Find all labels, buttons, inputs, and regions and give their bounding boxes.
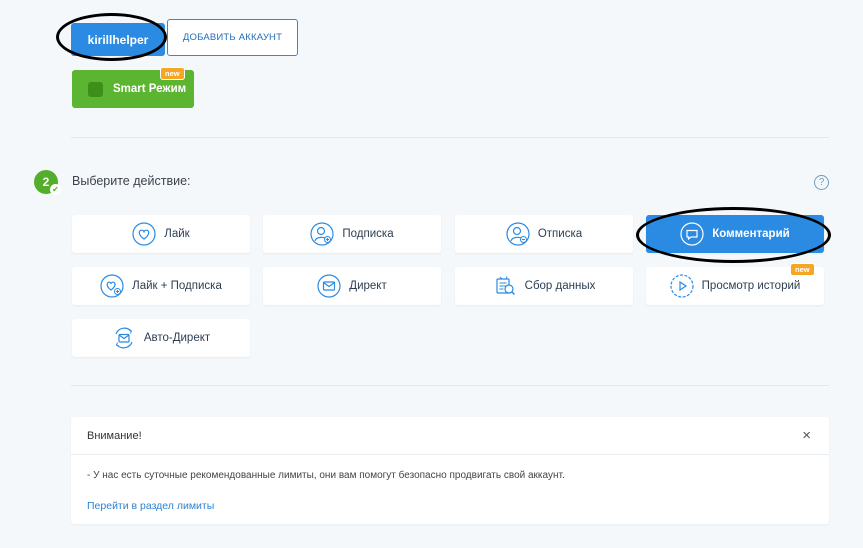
close-icon[interactable]: × [802,427,811,444]
action-data-collect[interactable]: Сбор данных [455,267,633,305]
action-label: Отписка [537,228,583,240]
step-title: Выберите действие: [72,174,191,188]
divider [71,137,829,138]
action-label: Авто-Директ [143,332,211,344]
new-badge: new [160,67,185,80]
mail-icon [317,274,341,298]
notice-title: Внимание! [87,430,142,442]
auto-mail-icon [115,327,133,349]
action-follow[interactable]: Подписка [263,215,441,253]
user-minus-icon [506,222,530,246]
notice-header: Внимание! × [71,417,829,455]
smart-mode-label: Smart Режим [113,83,187,95]
new-badge: new [790,263,815,276]
action-like-follow[interactable]: Лайк + Подписка [72,267,250,305]
checkbox-icon [88,81,103,97]
play-icon [670,274,694,298]
notice-panel: Внимание! × - У нас есть суточные рекоме… [71,417,829,524]
account-button[interactable]: kirillhelper [71,23,165,56]
action-label: Просмотр историй [701,280,801,292]
comment-icon [680,222,704,246]
action-unfollow[interactable]: Отписка [455,215,633,253]
heart-user-icon [100,274,124,298]
heart-icon [132,222,156,246]
check-icon: ✔ [50,184,61,195]
action-comment[interactable]: Комментарий [646,215,824,253]
action-label: Директ [349,280,387,292]
limits-link[interactable]: Перейти в раздел лимиты [87,500,214,512]
action-label: Комментарий [712,228,790,240]
action-label: Лайк [164,228,190,240]
notice-text: - У нас есть суточные рекомендованные ли… [87,470,565,481]
divider [71,385,829,386]
action-auto-direct[interactable]: Авто-Директ [72,319,250,357]
data-collect-icon [496,276,515,296]
action-label: Лайк + Подписка [132,280,222,292]
add-account-button[interactable]: ДОБАВИТЬ АККАУНТ [167,19,298,56]
action-like[interactable]: Лайк [72,215,250,253]
action-label: Сбор данных [524,280,596,292]
action-direct[interactable]: Директ [263,267,441,305]
action-label: Подписка [342,228,394,240]
help-icon[interactable]: ? [814,175,829,190]
user-plus-icon [310,222,334,246]
